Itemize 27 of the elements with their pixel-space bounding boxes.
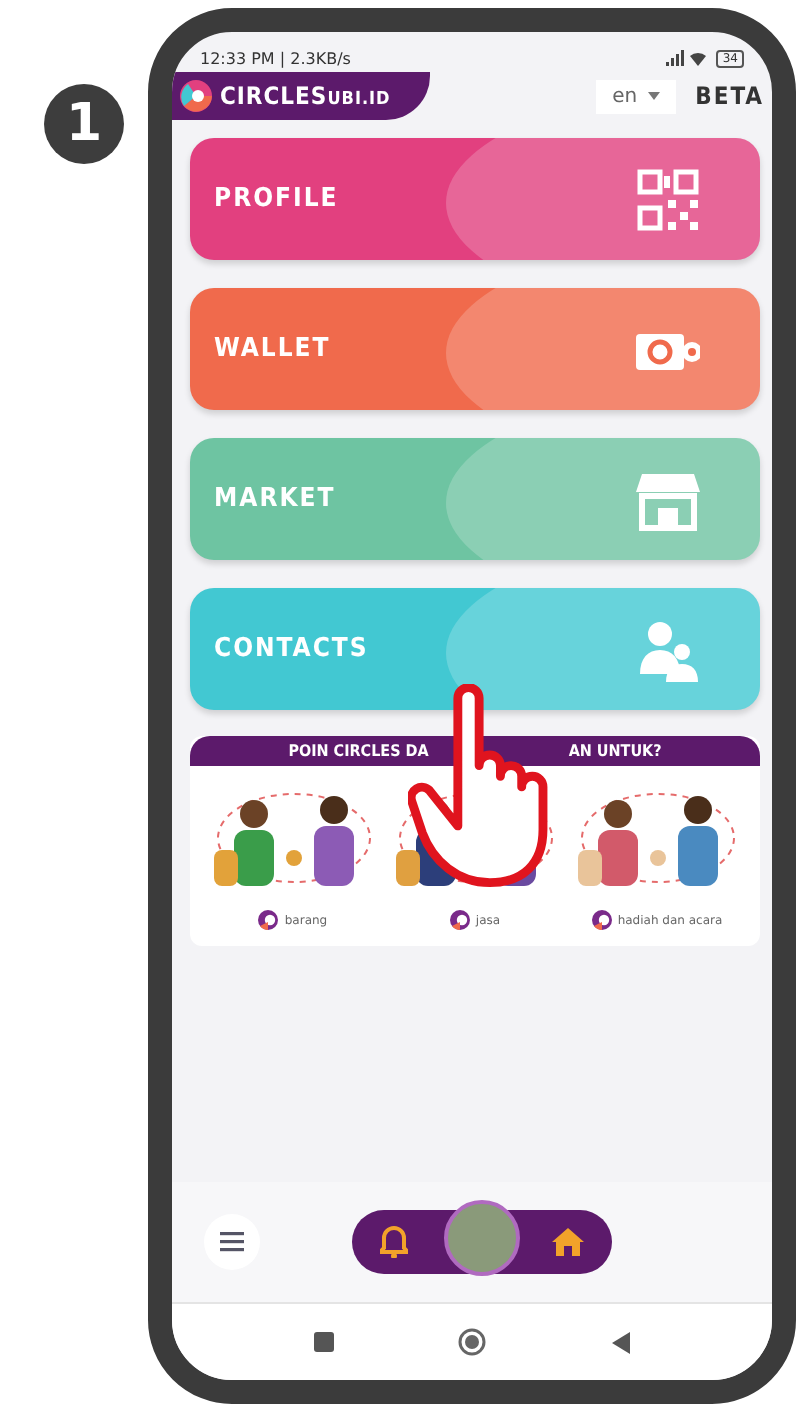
status-time: 12:33 PM | 2.3KB/s <box>200 49 351 67</box>
app-brand-name: CIRCLES UBI.ID <box>220 82 391 110</box>
bell-icon[interactable] <box>380 1226 408 1258</box>
signal-wifi-icon <box>666 50 711 66</box>
home-icon[interactable] <box>552 1228 584 1256</box>
circles-logo-icon <box>258 910 279 930</box>
menu-button[interactable] <box>204 1214 260 1270</box>
menu-icon <box>220 1232 244 1252</box>
circles-logo-icon <box>180 80 212 112</box>
contacts-people-icon <box>636 617 700 681</box>
banner-title: AN UNTUK? <box>568 742 662 760</box>
back-icon[interactable] <box>611 1331 630 1353</box>
step-number-badge: 1 <box>44 84 124 164</box>
qr-code-icon <box>636 167 700 231</box>
avatar-placeholder[interactable] <box>444 1200 520 1276</box>
menu-card-label: CONTACTS <box>214 634 369 664</box>
beta-label: BETA <box>695 82 764 110</box>
recent-apps-icon[interactable] <box>314 1332 335 1352</box>
caret-icon <box>647 92 660 100</box>
home-button-icon[interactable] <box>458 1328 487 1356</box>
circles-logo-icon <box>591 910 612 930</box>
menu-card-label: WALLET <box>214 334 331 364</box>
language-dropdown[interactable]: en <box>596 79 676 113</box>
menu-card-label: PROFILE <box>214 184 339 214</box>
menu-card-label: MARKET <box>214 484 336 514</box>
banner-title: POIN CIRCLES DA <box>288 742 429 760</box>
circles-logo-icon <box>449 910 470 930</box>
